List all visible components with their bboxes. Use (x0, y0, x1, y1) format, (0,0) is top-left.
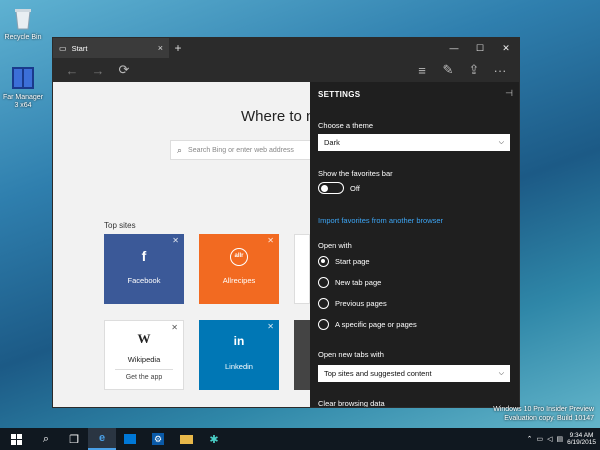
file-explorer-icon[interactable] (172, 428, 200, 450)
radio-label: New tab page (335, 278, 382, 287)
task-view-icon[interactable]: ❐ (60, 428, 88, 450)
page-heading: Where to n (241, 108, 315, 125)
back-button[interactable]: ← (59, 58, 85, 82)
close-icon[interactable]: ✕ (267, 322, 274, 331)
refresh-button[interactable]: ⟳ (111, 58, 137, 82)
close-icon[interactable]: ✕ (172, 236, 179, 245)
desktop-icon-label: Far Manager 3 x64 (2, 94, 44, 110)
facebook-icon: f (141, 248, 147, 264)
chevron-up-icon[interactable]: ⌃ (527, 435, 533, 443)
linkedin-icon: in (233, 334, 245, 348)
hub-button[interactable]: ≡ (409, 58, 435, 82)
evaluation-watermark: Windows 10 Pro Insider Preview Evaluatio… (493, 406, 594, 424)
tile-partial[interactable] (294, 320, 310, 390)
open-with-label: Open with (318, 241, 352, 250)
settings-title: SETTINGS (318, 90, 361, 99)
theme-value: Dark (324, 138, 340, 147)
radio-specific-pages[interactable]: A specific page or pages (318, 319, 417, 330)
store-icon[interactable] (116, 428, 144, 450)
pin-icon[interactable]: ⊣ (505, 88, 513, 99)
radio-button (318, 277, 329, 288)
theme-select[interactable]: Dark ⌵ (318, 134, 510, 151)
new-tabs-value: Top sites and suggested content (324, 369, 432, 378)
share-button[interactable]: ⇪ (461, 58, 487, 82)
windows-logo-icon[interactable] (0, 428, 32, 450)
radio-button (318, 319, 329, 330)
toolbar: ← → ⟳ ≡ ✎ ⇪ ··· (53, 58, 519, 82)
radio-button (318, 298, 329, 309)
get-app-link[interactable]: Get the app (115, 369, 173, 381)
tile-partial[interactable] (294, 234, 310, 304)
favorites-bar-state: Off (350, 184, 360, 193)
toggle-knob (321, 184, 328, 192)
new-tabs-select[interactable]: Top sites and suggested content ⌵ (318, 365, 510, 382)
clear-browsing-label: Clear browsing data (318, 399, 385, 408)
more-button[interactable]: ··· (487, 58, 513, 82)
favorites-bar-toggle[interactable] (318, 182, 344, 194)
watermark-line: Windows 10 Pro Insider Preview (493, 406, 594, 413)
tile-linkedin[interactable]: ✕ in Linkedin (199, 320, 279, 390)
radio-previous-pages[interactable]: Previous pages (318, 298, 387, 309)
desktop-icon-far-manager[interactable]: Far Manager 3 x64 (2, 64, 44, 110)
system-tray: ⌃ ▭ ◁ ▤ 9:34 AM 6/19/2015 (527, 432, 600, 447)
chevron-down-icon: ⌵ (498, 138, 504, 146)
edge-icon[interactable]: e (88, 428, 116, 450)
close-tab-icon[interactable]: × (158, 43, 163, 53)
search-icon[interactable]: ⌕ (32, 428, 60, 450)
chevron-down-icon: ⌵ (498, 369, 504, 377)
watermark-line: Evaluation copy. Build 10147 (504, 414, 594, 422)
radio-label: Previous pages (335, 299, 387, 308)
settings-panel: SETTINGS ⊣ Choose a theme Dark ⌵ Show th… (310, 82, 519, 408)
edge-window: ▭ Start × + — ☐ ✕ ← → ⟳ ≡ ✎ ⇪ ··· Where … (52, 37, 520, 408)
radio-label: Start page (335, 257, 370, 266)
tile-allrecipes[interactable]: ✕ allr Allrecipes (199, 234, 279, 304)
far-manager-icon (9, 64, 37, 92)
page-icon: ▭ (59, 43, 67, 53)
close-button[interactable]: ✕ (493, 38, 519, 58)
network-icon[interactable]: ▭ (536, 435, 543, 443)
tab-title: Start (71, 43, 88, 53)
new-tab-button[interactable]: + (169, 38, 187, 58)
volume-icon[interactable]: ◁ (547, 435, 552, 443)
tile-facebook[interactable]: ✕ f Facebook (104, 234, 184, 304)
radio-start-page[interactable]: Start page (318, 256, 370, 267)
desktop-icon-recycle-bin[interactable]: Recycle Bin (2, 4, 44, 42)
start-page: Where to n ⌕ Search Bing or enter web ad… (53, 82, 519, 408)
radio-button-selected (318, 256, 329, 267)
favorites-bar-label: Show the favorites bar (318, 169, 393, 178)
search-placeholder: Search Bing or enter web address (188, 146, 294, 154)
time: 9:34 AM (569, 431, 594, 439)
recycle-bin-icon (9, 4, 37, 32)
clock[interactable]: 9:34 AM 6/19/2015 (567, 432, 596, 447)
forward-button[interactable]: → (85, 58, 111, 82)
app-icon[interactable]: ✱ (200, 428, 228, 450)
settings-gear-icon[interactable]: ⚙ (144, 428, 172, 450)
new-tabs-label: Open new tabs with (318, 350, 384, 359)
notification-icon[interactable]: ▤ (556, 435, 563, 443)
tile-name: Facebook (127, 276, 161, 285)
taskbar: ⌕ ❐ e ⚙ ✱ ⌃ ▭ ◁ ▤ 9:34 AM 6/19/2015 (0, 428, 600, 450)
tile-wikipedia[interactable]: ✕ W Wikipedia Get the app (104, 320, 184, 390)
import-favorites-link[interactable]: Import favorites from another browser (318, 216, 443, 225)
allrecipes-icon: allr (199, 248, 279, 266)
radio-new-tab-page[interactable]: New tab page (318, 277, 381, 288)
top-sites-label: Top sites (104, 221, 136, 230)
tile-name: Allrecipes (222, 276, 256, 285)
window-controls: — ☐ ✕ (441, 38, 519, 58)
date: 6/19/2015 (567, 439, 596, 446)
radio-label: A specific page or pages (335, 320, 417, 329)
maximize-button[interactable]: ☐ (467, 38, 493, 58)
tab-start[interactable]: ▭ Start × (53, 38, 169, 58)
title-bar: ▭ Start × + — ☐ ✕ (53, 38, 519, 58)
search-icon: ⌕ (177, 144, 183, 155)
tile-name: Wikipedia (127, 355, 161, 364)
theme-label: Choose a theme (318, 121, 374, 130)
close-icon[interactable]: ✕ (267, 236, 274, 245)
tile-name: Linkedin (225, 362, 253, 371)
wikipedia-icon: W (137, 331, 151, 346)
minimize-button[interactable]: — (441, 38, 467, 58)
desktop-icon-label: Recycle Bin (4, 34, 42, 41)
web-note-button[interactable]: ✎ (435, 58, 461, 82)
